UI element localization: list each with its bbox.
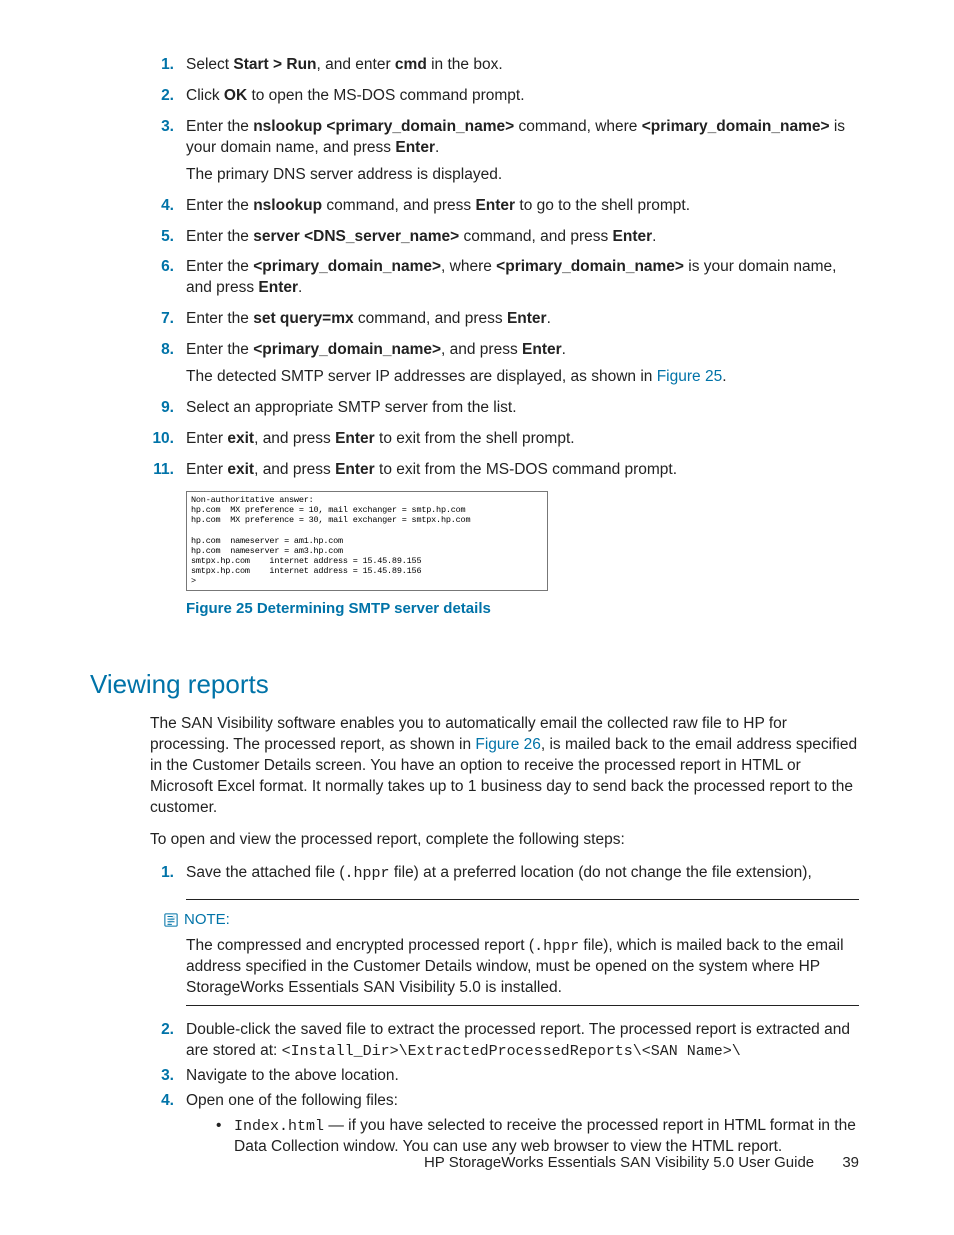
step-text: Enter exit, and press Enter to exit from…	[186, 460, 859, 481]
step-number: 10.	[150, 429, 174, 450]
step-number: 8.	[150, 340, 174, 361]
step-number: 6.	[150, 257, 174, 278]
note-rule-bottom	[186, 1005, 859, 1006]
section-paragraph-1: The SAN Visibility software enables you …	[150, 714, 859, 819]
section-heading-viewing-reports: Viewing reports	[90, 667, 859, 702]
note-heading: NOTE:	[164, 910, 859, 930]
step-extra: The primary DNS server address is displa…	[186, 165, 859, 186]
step-number: 2.	[150, 1020, 174, 1041]
step-item: 6. Enter the <primary_domain_name>, where…	[150, 257, 859, 299]
step-number: 4.	[150, 1091, 174, 1112]
step-text: Open one of the following files:	[186, 1091, 859, 1112]
step-number: 1.	[150, 55, 174, 76]
step-item: 7. Enter the set query=mx command, and pr…	[150, 309, 859, 330]
step-text: Enter the <primary_domain_name>, and pre…	[186, 340, 859, 361]
step-text: Double-click the saved file to extract t…	[186, 1020, 859, 1062]
note-text: The compressed and encrypted processed r…	[186, 936, 859, 999]
step-text: Select Start > Run, and enter cmd in the…	[186, 55, 859, 76]
step-text: Save the attached file (.hppr file) at a…	[186, 863, 859, 884]
steps-list-1: 1. Select Start > Run, and enter cmd in t…	[150, 55, 859, 481]
figure-25-caption: Figure 25 Determining SMTP server detail…	[186, 599, 859, 619]
step-item: 1. Select Start > Run, and enter cmd in t…	[150, 55, 859, 76]
step-item: 3. Navigate to the above location.	[150, 1066, 859, 1087]
step-text: Navigate to the above location.	[186, 1066, 859, 1087]
step-number: 5.	[150, 227, 174, 248]
step-number: 11.	[150, 460, 174, 481]
step-extra: The detected SMTP server IP addresses ar…	[186, 367, 859, 388]
step-number: 7.	[150, 309, 174, 330]
steps-list-2b: 2. Double-click the saved file to extract…	[150, 1020, 859, 1158]
step-item: 3. Enter the nslookup <primary_domain_nam…	[150, 117, 859, 186]
step-text: Enter the set query=mx command, and pres…	[186, 309, 859, 330]
step-text: Select an appropriate SMTP server from t…	[186, 398, 859, 419]
step-text: Enter the nslookup command, and press En…	[186, 196, 859, 217]
step-item: 11. Enter exit, and press Enter to exit f…	[150, 460, 859, 481]
note-label: NOTE:	[184, 910, 230, 930]
step-text: Enter the <primary_domain_name>, where <…	[186, 257, 859, 299]
step-item: 5. Enter the server <DNS_server_name> com…	[150, 227, 859, 248]
note-icon	[164, 913, 178, 927]
step-item: 9. Select an appropriate SMTP server from…	[150, 398, 859, 419]
step-item: 10. Enter exit, and press Enter to exit f…	[150, 429, 859, 450]
note-rule-top	[186, 899, 859, 900]
step-number: 3.	[150, 117, 174, 138]
step-number: 3.	[150, 1066, 174, 1087]
step-number: 9.	[150, 398, 174, 419]
step-number: 1.	[150, 863, 174, 884]
step-text: Enter exit, and press Enter to exit from…	[186, 429, 859, 450]
step-number: 4.	[150, 196, 174, 217]
step-item: 1. Save the attached file (.hppr file) at…	[150, 863, 859, 884]
page-number: 39	[842, 1154, 859, 1171]
step-number: 2.	[150, 86, 174, 107]
step-item: 4. Enter the nslookup command, and press …	[150, 196, 859, 217]
step-item: 4.Open one of the following files:Index.…	[150, 1091, 859, 1158]
step-text: Click OK to open the MS-DOS command prom…	[186, 86, 859, 107]
step-item: 2. Click OK to open the MS-DOS command pr…	[150, 86, 859, 107]
figure-25-box: Non-authoritative answer: hp.com MX pref…	[186, 491, 548, 591]
step-item: 2. Double-click the saved file to extract…	[150, 1020, 859, 1062]
steps-list-2a: 1. Save the attached file (.hppr file) at…	[150, 863, 859, 884]
section-paragraph-2: To open and view the processed report, c…	[150, 830, 859, 851]
note-block: NOTE: The compressed and encrypted proce…	[186, 899, 859, 1006]
footer-text: HP StorageWorks Essentials SAN Visibilit…	[424, 1154, 814, 1171]
step-text: Enter the server <DNS_server_name> comma…	[186, 227, 859, 248]
step-item: 8. Enter the <primary_domain_name>, and p…	[150, 340, 859, 388]
page-footer: HP StorageWorks Essentials SAN Visibilit…	[424, 1153, 859, 1173]
step-text: Enter the nslookup <primary_domain_name>…	[186, 117, 859, 159]
